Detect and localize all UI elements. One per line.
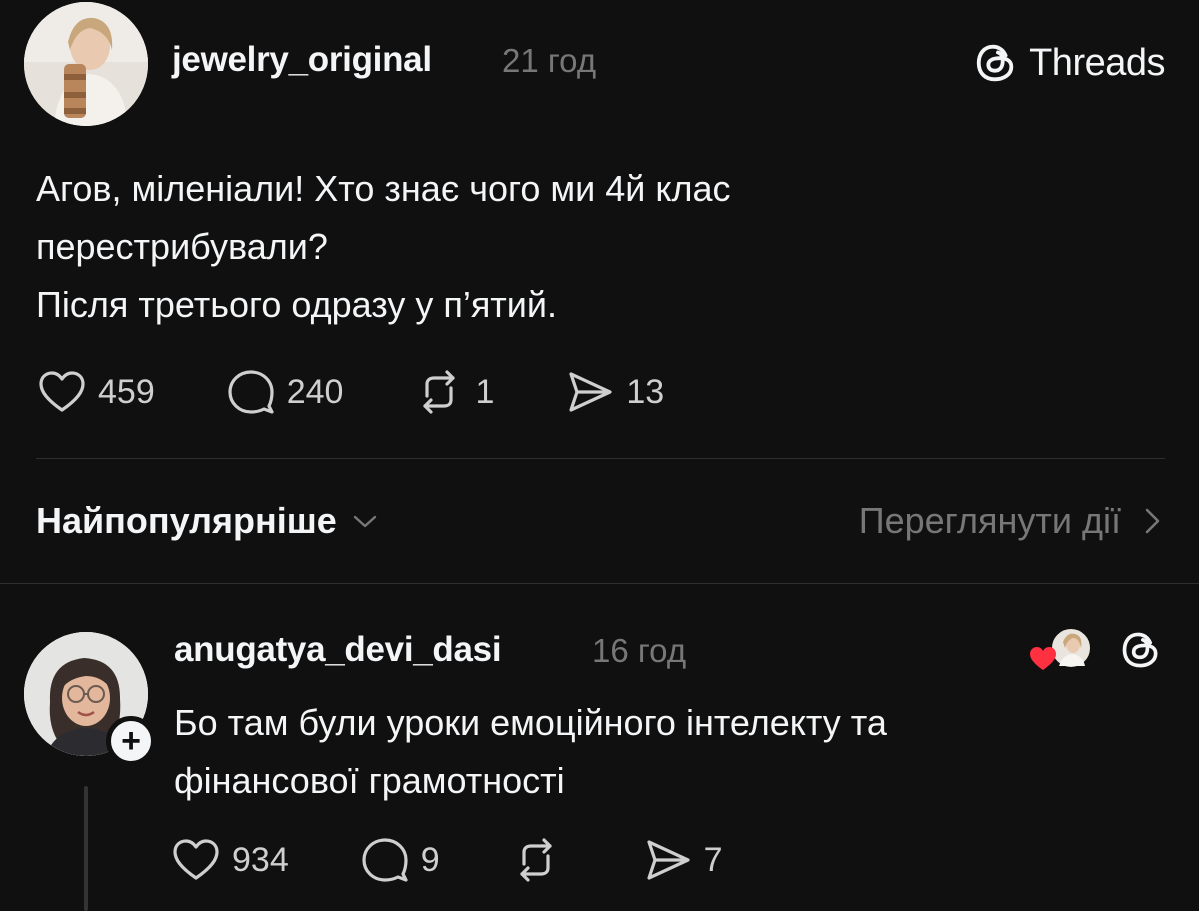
send-icon (647, 840, 690, 880)
reply-timestamp: 16 год (592, 632, 687, 669)
post-actions: 459 240 1 13 (36, 366, 734, 418)
follow-button[interactable]: + (106, 716, 156, 766)
divider (36, 458, 1165, 459)
threads-post-screen: jewelry_original 21 год Threads Агов, мі… (0, 0, 1199, 911)
sort-label: Найпопулярніше (36, 500, 337, 541)
thread-line (84, 786, 88, 911)
post-text-line: перестрибували? (36, 226, 328, 267)
post-text-line: Після третього одразу у п’ятий. (36, 284, 558, 325)
comment-bubble-icon (362, 838, 408, 882)
threads-logo-icon (976, 44, 1014, 82)
reply-text-line: Бо там були уроки емоційного інтелекту т… (174, 702, 887, 743)
post-text: Агов, міленіали! Хто знає чого ми 4й кла… (36, 160, 1156, 334)
heart-icon (173, 839, 219, 880)
brand-label: Threads (1029, 41, 1165, 84)
reply-text: Бо там були уроки емоційного інтелекту т… (174, 694, 1134, 810)
divider (0, 583, 1199, 584)
heart-filled-icon (1030, 647, 1056, 670)
reply-share-count: 7 (703, 840, 723, 879)
sort-dropdown[interactable]: Найпопулярніше (36, 500, 379, 542)
comment-bubble-icon (228, 370, 274, 414)
share-button[interactable]: 13 (564, 366, 664, 418)
repost-icon (520, 838, 552, 882)
repost-button[interactable]: 1 (413, 366, 494, 418)
send-icon (569, 372, 612, 412)
post-text-line: Агов, міленіали! Хто знає чого ми 4й кла… (36, 168, 731, 209)
threads-logo-icon[interactable] (1119, 628, 1163, 672)
reply-like-count: 934 (232, 840, 289, 879)
post-timestamp: 21 год (502, 42, 597, 79)
comment-button[interactable]: 240 (225, 366, 344, 418)
author-avatar[interactable] (24, 2, 148, 126)
reply-like-button[interactable]: 934 (170, 834, 289, 886)
chevron-down-icon (353, 515, 377, 528)
view-activity-label: Переглянути дії (858, 500, 1121, 541)
reply-repost-button[interactable] (510, 834, 572, 886)
share-count: 13 (626, 372, 665, 411)
repost-icon (423, 370, 456, 414)
repost-count: 1 (475, 372, 495, 411)
author-username[interactable]: jewelry_original (172, 40, 432, 80)
threads-brand[interactable]: Threads (973, 40, 1165, 86)
heart-icon (39, 371, 85, 412)
like-button[interactable]: 459 (36, 366, 155, 418)
reply-comment-count: 9 (420, 840, 440, 879)
like-count: 459 (98, 372, 155, 411)
chevron-right-icon (1145, 508, 1160, 534)
reply-comment-button[interactable]: 9 (359, 834, 440, 886)
reply-share-button[interactable]: 7 (642, 834, 723, 886)
view-activity-link[interactable]: Переглянути дії (859, 500, 1165, 542)
reply-actions: 934 9 7 (170, 834, 793, 886)
comment-count: 240 (286, 372, 344, 411)
liked-by-author-indicator (1027, 626, 1092, 676)
reply-username[interactable]: anugatya_devi_dasi (174, 630, 502, 670)
reply-text-line: фінансової грамотності (174, 760, 565, 801)
